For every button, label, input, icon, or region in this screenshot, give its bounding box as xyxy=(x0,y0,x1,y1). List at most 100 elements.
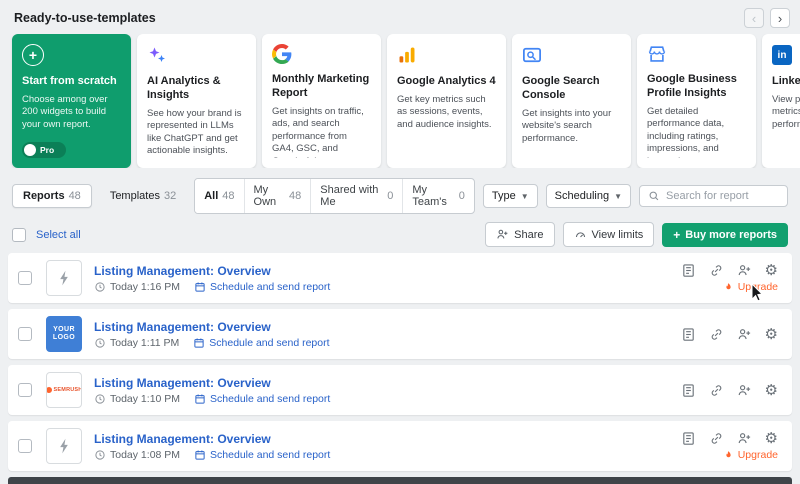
calendar-icon xyxy=(194,281,206,293)
linkedin-badge: in xyxy=(772,45,792,65)
pro-toggle[interactable]: Pro xyxy=(22,142,66,158)
carousel-arrows: ‹ › xyxy=(744,8,790,28)
clock-icon xyxy=(94,393,106,405)
scope-shared-with-me[interactable]: Shared with Me 0 xyxy=(310,179,402,213)
share-button[interactable]: Share xyxy=(485,222,554,247)
settings-gear-icon[interactable]: ⚙ xyxy=(765,263,778,278)
report-title-link[interactable]: Listing Management: Overview xyxy=(94,376,330,390)
pages-icon[interactable] xyxy=(681,383,696,398)
template-cards-row: + Start from scratch Choose among over 2… xyxy=(0,34,800,168)
type-dropdown[interactable]: Type ▼ xyxy=(483,184,538,208)
card-description: See how your brand is represented in LLM… xyxy=(147,108,246,159)
report-title-link[interactable]: Listing Management: Overview xyxy=(94,432,330,446)
report-checkbox[interactable] xyxy=(18,271,32,285)
tab-reports[interactable]: Reports 48 xyxy=(12,184,92,208)
copy-link-icon[interactable] xyxy=(709,383,724,398)
copy-link-icon[interactable] xyxy=(709,327,724,342)
search-icon xyxy=(648,190,660,202)
scope-count: 0 xyxy=(459,190,465,202)
carousel-prev-button[interactable]: ‹ xyxy=(744,8,764,28)
share-user-icon[interactable] xyxy=(737,263,752,278)
scheduling-dropdown-label: Scheduling xyxy=(555,190,609,202)
tab-label: Templates xyxy=(110,190,160,202)
settings-gear-icon[interactable]: ⚙ xyxy=(765,383,778,398)
card-title: Start from scratch xyxy=(22,75,121,89)
card-title: Google Search Console xyxy=(522,75,621,103)
pages-icon[interactable] xyxy=(681,431,696,446)
card-description: Get detailed performance data, including… xyxy=(647,106,746,159)
share-user-icon[interactable] xyxy=(737,327,752,342)
report-row: YOUR LOGO Listing Management: Overview T… xyxy=(8,309,792,359)
report-thumbnail: YOUR LOGO xyxy=(46,316,82,352)
view-limits-button[interactable]: View limits xyxy=(563,222,655,247)
scope-my-own[interactable]: My Own 48 xyxy=(244,179,311,213)
template-card-gsc[interactable]: Google Search Console Get insights into … xyxy=(512,34,631,168)
search-input[interactable] xyxy=(666,190,779,202)
reports-list: Listing Management: Overview Today 1:16 … xyxy=(0,253,800,471)
template-card-gbp[interactable]: Google Business Profile Insights Get det… xyxy=(637,34,756,168)
template-card-monthly-marketing[interactable]: Monthly Marketing Report Get insights on… xyxy=(262,34,381,168)
settings-gear-icon[interactable]: ⚙ xyxy=(765,431,778,446)
select-all-checkbox[interactable] xyxy=(12,228,26,242)
report-checkbox[interactable] xyxy=(18,439,32,453)
buy-more-reports-button[interactable]: + Buy more reports xyxy=(662,223,788,247)
list-toolbar: Select all Share View limits + Buy more … xyxy=(0,214,800,253)
card-title: Google Analytics 4 xyxy=(397,75,496,89)
copy-link-icon[interactable] xyxy=(709,263,724,278)
share-user-icon[interactable] xyxy=(737,383,752,398)
template-card-start-from-scratch[interactable]: + Start from scratch Choose among over 2… xyxy=(12,34,131,168)
clock-icon xyxy=(94,281,106,293)
schedule-send-link[interactable]: Schedule and send report xyxy=(194,281,330,293)
tab-count: 48 xyxy=(69,190,81,202)
flame-icon xyxy=(723,450,734,461)
copy-link-icon[interactable] xyxy=(709,431,724,446)
templates-title: Ready-to-use-templates xyxy=(14,11,156,25)
template-card-ga4[interactable]: Google Analytics 4 Get key metrics such … xyxy=(387,34,506,168)
scope-my-teams[interactable]: My Team's 0 xyxy=(402,179,473,213)
carousel-next-button[interactable]: › xyxy=(770,8,790,28)
report-checkbox[interactable] xyxy=(18,383,32,397)
next-row-peek xyxy=(8,477,792,484)
pages-icon[interactable] xyxy=(681,263,696,278)
report-thumbnail xyxy=(46,260,82,296)
view-limits-label: View limits xyxy=(592,229,644,241)
select-all-label[interactable]: Select all xyxy=(36,229,81,241)
clock-icon xyxy=(94,337,106,349)
card-description: Get insights on traffic, ads, and search… xyxy=(272,106,371,159)
type-dropdown-label: Type xyxy=(492,190,516,202)
tab-templates[interactable]: Templates 32 xyxy=(100,185,186,207)
upgrade-link[interactable]: Upgrade xyxy=(723,449,778,461)
card-description: Get insights into your website's search … xyxy=(522,108,621,159)
settings-gear-icon[interactable]: ⚙ xyxy=(765,327,778,342)
google-logo-icon xyxy=(272,44,371,64)
report-timestamp: Today 1:08 PM xyxy=(94,449,180,461)
schedule-send-link[interactable]: Schedule and send report xyxy=(194,449,330,461)
scope-label: Shared with Me xyxy=(320,184,383,208)
pages-icon[interactable] xyxy=(681,327,696,342)
card-title: LinkedIn Pages xyxy=(772,75,800,89)
schedule-send-link[interactable]: Schedule and send report xyxy=(194,393,330,405)
tab-count: 32 xyxy=(164,190,176,202)
share-label: Share xyxy=(514,229,543,241)
report-title-link[interactable]: Listing Management: Overview xyxy=(94,264,330,278)
report-title-link[interactable]: Listing Management: Overview xyxy=(94,320,330,334)
pro-label: Pro xyxy=(40,145,54,155)
analytics-bars-icon xyxy=(397,44,496,66)
template-card-ai-analytics[interactable]: AI Analytics & Insights See how your bra… xyxy=(137,34,256,168)
scope-label: All xyxy=(204,190,218,202)
scheduling-dropdown[interactable]: Scheduling ▼ xyxy=(546,184,631,208)
logo-text: YOUR xyxy=(53,326,75,334)
schedule-send-link[interactable]: Schedule and send report xyxy=(193,337,329,349)
scope-count: 48 xyxy=(289,190,301,202)
gauge-icon xyxy=(574,228,587,241)
report-row: SEMRUSH Listing Management: Overview Tod… xyxy=(8,365,792,415)
storefront-icon xyxy=(647,44,746,64)
report-row: Listing Management: Overview Today 1:16 … xyxy=(8,253,792,303)
report-checkbox[interactable] xyxy=(18,327,32,341)
share-user-icon[interactable] xyxy=(737,431,752,446)
template-card-linkedin[interactable]: in LinkedIn Pages View page audience met… xyxy=(762,34,800,168)
scope-all[interactable]: All 48 xyxy=(195,179,243,213)
buy-more-label: Buy more reports xyxy=(685,229,777,241)
upgrade-link[interactable]: Upgrade xyxy=(723,281,778,293)
templates-header: Ready-to-use-templates ‹ › xyxy=(0,0,800,34)
